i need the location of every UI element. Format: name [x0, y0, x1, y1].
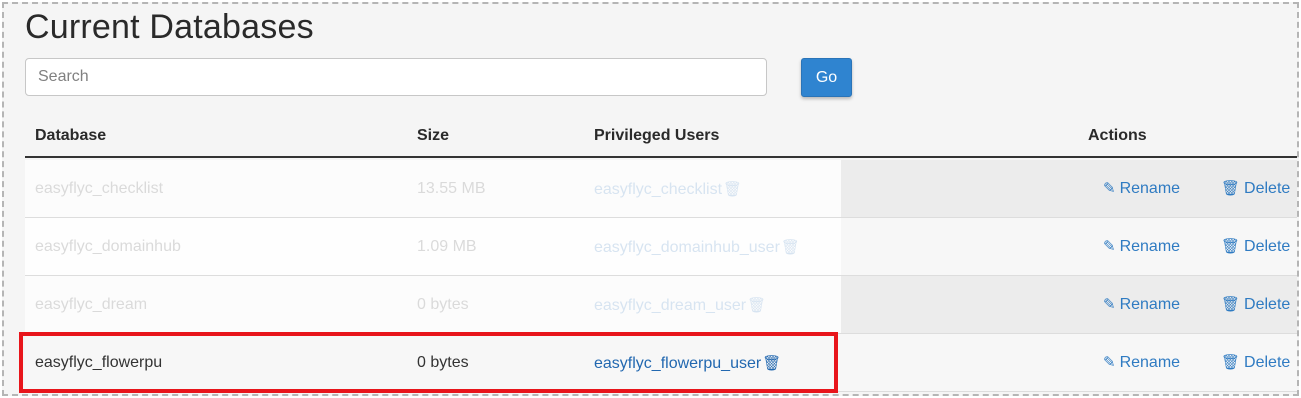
column-header-privileged-users: Privileged Users: [594, 127, 720, 144]
table-row: easyflyc_flowerpu 0 bytes easyflyc_flowe…: [25, 334, 1297, 392]
go-button[interactable]: Go: [801, 58, 852, 97]
delete-button[interactable]: 🗑 Delete: [1221, 237, 1290, 256]
table-row: easyflyc_domainhub 1.09 MB easyflyc_doma…: [25, 218, 1297, 276]
page-title: Current Databases: [25, 8, 314, 46]
privileged-user-name[interactable]: easyflyc_flowerpu_user: [594, 355, 761, 372]
trash-icon[interactable]: 🗑: [781, 239, 800, 256]
rename-label: Rename: [1119, 180, 1181, 197]
database-name: easyflyc_checklist: [35, 180, 164, 197]
database-name: easyflyc_domainhub: [35, 238, 181, 255]
privileged-user-link[interactable]: easyflyc_flowerpu_user🗑: [594, 354, 781, 373]
delete-button[interactable]: 🗑 Delete: [1221, 353, 1290, 372]
database-size: 13.55 MB: [417, 180, 486, 197]
trash-icon[interactable]: 🗑: [762, 355, 781, 372]
databases-panel: Current Databases Go Database Size Privi…: [2, 2, 1299, 396]
column-header-database[interactable]: Database: [35, 127, 106, 145]
delete-button[interactable]: 🗑 Delete: [1221, 179, 1290, 198]
table-header: Database Size Privileged Users Actions: [25, 114, 1297, 158]
rename-label: Rename: [1119, 354, 1181, 371]
pencil-icon: ✎: [1103, 238, 1116, 255]
column-header-size[interactable]: Size: [417, 127, 449, 145]
delete-label: Delete: [1244, 296, 1291, 313]
privileged-user-link[interactable]: easyflyc_domainhub_user🗑: [594, 238, 800, 257]
database-size: 0 bytes: [417, 296, 469, 313]
column-header-actions: Actions: [1088, 127, 1147, 144]
delete-label: Delete: [1244, 354, 1291, 371]
rename-button[interactable]: ✎ Rename: [1103, 237, 1180, 256]
privileged-user-name[interactable]: easyflyc_domainhub_user: [594, 239, 780, 256]
trash-icon: 🗑: [1221, 180, 1241, 197]
search-input[interactable]: [25, 58, 767, 96]
rename-button[interactable]: ✎ Rename: [1103, 353, 1180, 372]
pencil-icon: ✎: [1103, 296, 1116, 313]
database-size: 1.09 MB: [417, 238, 477, 255]
rename-button[interactable]: ✎ Rename: [1103, 179, 1180, 198]
pencil-icon: ✎: [1103, 180, 1116, 197]
database-name: easyflyc_dream: [35, 296, 148, 313]
trash-icon: 🗑: [1221, 296, 1241, 313]
privileged-user-link[interactable]: easyflyc_dream_user🗑: [594, 296, 766, 315]
database-name: easyflyc_flowerpu: [35, 354, 163, 371]
table-row: easyflyc_checklist 13.55 MB easyflyc_che…: [25, 160, 1297, 218]
rename-label: Rename: [1119, 238, 1181, 255]
rename-button[interactable]: ✎ Rename: [1103, 295, 1180, 314]
privileged-user-link[interactable]: easyflyc_checklist🗑: [594, 180, 742, 199]
trash-icon: 🗑: [1221, 238, 1241, 255]
trash-icon: 🗑: [1221, 354, 1241, 371]
delete-label: Delete: [1244, 238, 1291, 255]
trash-icon[interactable]: 🗑: [723, 181, 742, 198]
trash-icon[interactable]: 🗑: [747, 297, 766, 314]
pencil-icon: ✎: [1103, 354, 1116, 371]
rename-label: Rename: [1119, 296, 1181, 313]
table-row: easyflyc_dream 0 bytes easyflyc_dream_us…: [25, 276, 1297, 334]
delete-button[interactable]: 🗑 Delete: [1221, 295, 1290, 314]
privileged-user-name[interactable]: easyflyc_checklist: [594, 181, 722, 198]
database-size: 0 bytes: [417, 354, 469, 371]
delete-label: Delete: [1244, 180, 1291, 197]
privileged-user-name[interactable]: easyflyc_dream_user: [594, 297, 746, 314]
